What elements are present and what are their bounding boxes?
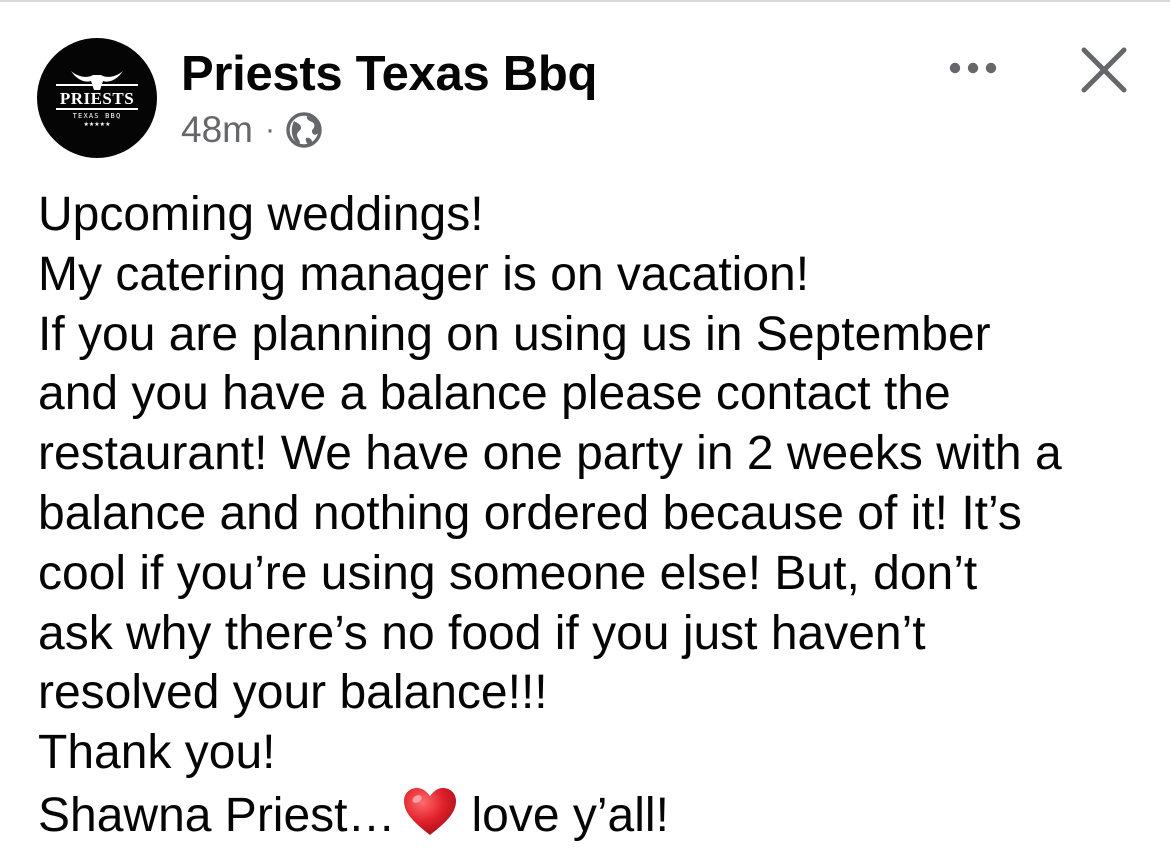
avatar-sub-text: TEXAS BBQ <box>73 112 122 120</box>
post-line: ask why there’s no food if you just have… <box>38 606 926 660</box>
post-line: balance and nothing ordered because of i… <box>38 486 1022 540</box>
page-name[interactable]: Priests Texas Bbq <box>181 44 597 104</box>
post-signoff: Shawna Priest… love y’all! <box>38 783 1148 850</box>
top-divider <box>0 0 1170 2</box>
more-dots-icon <box>949 62 997 74</box>
avatar-stars: ★★★★★ <box>84 121 111 128</box>
avatar[interactable]: PRIESTS TEXAS BBQ ★★★★★ <box>37 38 157 158</box>
post-line: If you are planning on using us in Septe… <box>38 307 991 361</box>
post-line: restaurant! We have one party in 2 weeks… <box>38 427 1062 481</box>
close-icon <box>1081 47 1127 93</box>
post-line: resolved your balance!!! <box>38 666 548 720</box>
avatar-brand-text: PRIESTS <box>60 89 134 108</box>
post-text: Upcoming weddings! My catering manager i… <box>38 185 1148 850</box>
signoff-name: Shawna Priest… <box>38 789 396 843</box>
post-line: and you have a balance please contact th… <box>38 367 951 421</box>
globe-icon[interactable] <box>285 111 323 149</box>
post-line: Upcoming weddings! <box>38 188 484 241</box>
post-line: Thank you! <box>38 726 276 780</box>
post-line: cool if you’re using someone else! But, … <box>38 546 978 600</box>
post-timestamp[interactable]: 48m <box>181 109 253 151</box>
close-button[interactable] <box>1074 40 1134 100</box>
meta-separator: · <box>264 113 275 146</box>
more-options-button[interactable] <box>940 50 1006 86</box>
signoff-message: love y’all! <box>471 789 669 843</box>
heart-icon <box>402 786 458 853</box>
priests-logo: PRIESTS TEXAS BBQ ★★★★★ <box>56 71 138 128</box>
post-line: My catering manager is on vacation! <box>38 247 810 301</box>
post-meta: 48m · <box>181 106 323 154</box>
